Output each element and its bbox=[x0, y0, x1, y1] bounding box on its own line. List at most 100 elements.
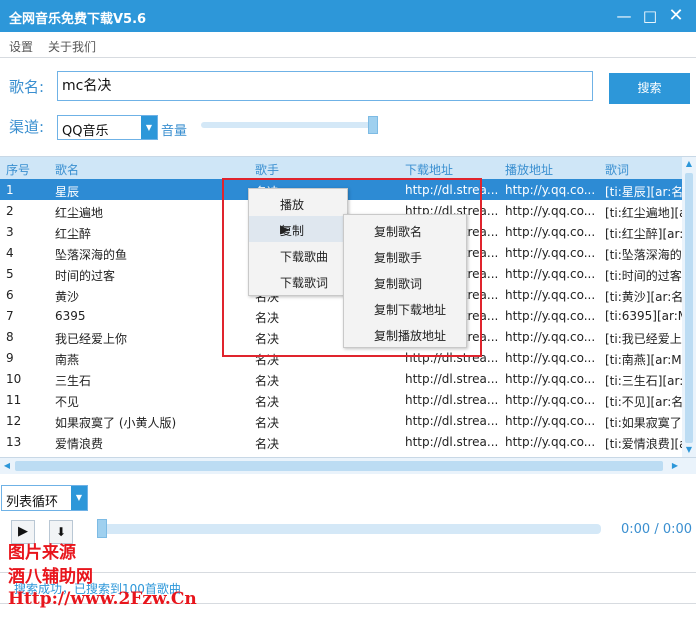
cell-index: 5 bbox=[6, 267, 14, 281]
context-menu: 播放 复制 ▶ 下载歌曲 下载歌词 bbox=[248, 188, 348, 296]
table-row[interactable]: 12 如果寂寞了 (小黄人版) 名决 http://dl.strea... http:/… bbox=[0, 410, 682, 431]
play-mode-select[interactable]: 列表循环 ▼ bbox=[1, 485, 88, 511]
cell-index: 6 bbox=[6, 288, 14, 302]
window-title: 全网音乐免费下载V5.6 bbox=[9, 12, 147, 27]
cell-song-name: 星辰 bbox=[55, 185, 80, 199]
header-play-url[interactable]: 播放地址 bbox=[505, 161, 601, 178]
cell-song-name: 红尘醉 bbox=[55, 227, 92, 241]
cell-song-name: 南燕 bbox=[55, 353, 80, 367]
cell-play-url: http://y.qq.co... bbox=[505, 246, 596, 260]
cell-index: 8 bbox=[6, 330, 14, 344]
channel-select-value: QQ音乐 bbox=[62, 124, 109, 139]
search-button[interactable]: 搜索 bbox=[609, 73, 690, 104]
cell-play-url: http://y.qq.co... bbox=[505, 309, 596, 323]
cell-artist: 名决 bbox=[255, 395, 280, 409]
cell-lyrics: [ti:如果寂寞了... bbox=[605, 416, 682, 430]
scroll-down-icon[interactable]: ▼ bbox=[682, 443, 696, 457]
minimize-button[interactable]: — bbox=[612, 4, 636, 28]
submenu-copy-artist[interactable]: 复制歌手 bbox=[344, 242, 466, 268]
vertical-scrollbar[interactable]: ▲ ▼ bbox=[682, 157, 696, 457]
submenu-copy-song-name-label: 复制歌名 bbox=[374, 225, 423, 239]
submenu-copy-download-url[interactable]: 复制下载地址 bbox=[344, 294, 466, 320]
submenu-copy-lyrics[interactable]: 复制歌词 bbox=[344, 268, 466, 294]
cell-artist: 名决 bbox=[255, 374, 280, 388]
song-name-label: 歌名: bbox=[9, 78, 45, 96]
cell-lyrics: [ti:星辰][ar:名... bbox=[605, 185, 682, 199]
volume-slider-thumb[interactable] bbox=[367, 116, 378, 134]
watermark-line-2: 酒八辅助网 bbox=[8, 567, 93, 587]
cell-index: 9 bbox=[6, 351, 14, 365]
context-menu-download-song[interactable]: 下载歌曲 bbox=[249, 242, 347, 268]
cell-play-url: http://y.qq.co... bbox=[505, 351, 596, 365]
context-menu-play-label: 播放 bbox=[280, 198, 305, 212]
cell-play-url: http://y.qq.co... bbox=[505, 267, 596, 281]
menu-bar: 设置 关于我们 bbox=[0, 32, 696, 58]
submenu-copy-song-name[interactable]: 复制歌名 bbox=[344, 216, 466, 242]
cell-artist: 名决 bbox=[255, 437, 280, 451]
cell-index: 4 bbox=[6, 246, 14, 260]
cell-index: 12 bbox=[6, 414, 22, 428]
header-song-name[interactable]: 歌名 bbox=[55, 161, 245, 178]
context-menu-copy[interactable]: 复制 ▶ bbox=[249, 216, 347, 242]
cell-index: 10 bbox=[6, 372, 22, 386]
playback-time: 0:00 / 0:00 bbox=[621, 522, 693, 537]
cell-artist: 名决 bbox=[255, 353, 280, 367]
menu-about-us[interactable]: 关于我们 bbox=[48, 38, 96, 55]
submenu-copy-play-url[interactable]: 复制播放地址 bbox=[344, 320, 466, 346]
cell-song-name: 爱情浪费 bbox=[55, 437, 104, 451]
play-icon: ▶ bbox=[18, 524, 28, 539]
cell-play-url: http://y.qq.co... bbox=[505, 393, 596, 407]
table-header: 序号 歌名 歌手 下载地址 播放地址 歌词 bbox=[0, 157, 682, 179]
status-divider-top bbox=[0, 572, 696, 573]
watermark-line-3: Http://www.2Fzw.Cn bbox=[8, 589, 197, 609]
cell-song-name: 红尘遍地 bbox=[55, 206, 104, 220]
vertical-scroll-thumb[interactable] bbox=[685, 173, 693, 443]
cell-lyrics: [ti:红尘遍地][a... bbox=[605, 206, 682, 220]
context-menu-play[interactable]: 播放 bbox=[249, 190, 347, 216]
playback-progress-thumb[interactable] bbox=[97, 519, 107, 538]
song-search-input[interactable]: mc名决 bbox=[57, 71, 593, 101]
horizontal-scroll-thumb[interactable] bbox=[15, 461, 663, 471]
table-row[interactable]: 9 南燕 名决 http://dl.strea... http://y.qq.co...… bbox=[0, 347, 682, 368]
maximize-button[interactable]: □ bbox=[638, 4, 662, 28]
cell-download-url: http://dl.strea... bbox=[405, 183, 499, 197]
submenu-copy-lyrics-label: 复制歌词 bbox=[374, 277, 423, 291]
cell-song-name: 时间的过客 bbox=[55, 269, 116, 283]
title-bar: 全网音乐免费下载V5.6 — □ ✕ bbox=[0, 0, 696, 32]
channel-select[interactable]: QQ音乐 ▼ bbox=[57, 115, 158, 140]
cell-lyrics: [ti:不见][ar:名... bbox=[605, 395, 682, 409]
cell-song-name: 坠落深海的鱼 bbox=[55, 248, 128, 262]
table-row[interactable]: 11 不见 名决 http://dl.strea... http://y.qq.co..… bbox=[0, 389, 682, 410]
scroll-right-icon[interactable]: ▶ bbox=[668, 458, 682, 474]
context-menu-download-lyrics[interactable]: 下载歌词 bbox=[249, 268, 347, 294]
chevron-down-icon[interactable]: ▼ bbox=[71, 486, 87, 510]
table-row[interactable]: 13 爱情浪费 名决 http://dl.strea... http://y.qq.co… bbox=[0, 431, 682, 452]
cell-lyrics: [ti:坠落深海的... bbox=[605, 248, 682, 262]
close-button[interactable]: ✕ bbox=[664, 4, 688, 28]
table-row[interactable]: 8我已经爱上你名决http://dl.strea...http://y.qq.c… bbox=[0, 326, 682, 347]
copy-submenu: 复制歌名 复制歌手 复制歌词 复制下载地址 复制播放地址 bbox=[343, 214, 467, 348]
volume-slider-track[interactable] bbox=[201, 122, 376, 128]
submenu-copy-play-url-label: 复制播放地址 bbox=[374, 329, 447, 343]
channel-label: 渠道: bbox=[9, 118, 45, 136]
header-lyrics[interactable]: 歌词 bbox=[605, 161, 682, 178]
submenu-copy-artist-label: 复制歌手 bbox=[374, 251, 423, 265]
cell-download-url: http://dl.strea... bbox=[405, 414, 499, 428]
header-download-url[interactable]: 下载地址 bbox=[405, 161, 501, 178]
chevron-down-icon[interactable]: ▼ bbox=[141, 116, 157, 139]
header-index[interactable]: 序号 bbox=[6, 161, 46, 178]
horizontal-scrollbar[interactable]: ◀ ▶ bbox=[0, 458, 696, 474]
menu-settings[interactable]: 设置 bbox=[9, 38, 33, 55]
scroll-up-icon[interactable]: ▲ bbox=[682, 157, 696, 171]
cell-lyrics: [ti:三生石][ar:... bbox=[605, 374, 682, 388]
playback-progress-track[interactable] bbox=[97, 524, 601, 534]
cell-lyrics: [ti:6395][ar:M... bbox=[605, 309, 682, 323]
table-row[interactable]: 76395名决http://dl.strea...http://y.qq.co.… bbox=[0, 305, 682, 326]
cell-index: 1 bbox=[6, 183, 14, 197]
cell-play-url: http://y.qq.co... bbox=[505, 288, 596, 302]
cell-song-name: 不见 bbox=[55, 395, 80, 409]
header-artist[interactable]: 歌手 bbox=[255, 161, 395, 178]
cell-play-url: http://y.qq.co... bbox=[505, 414, 596, 428]
scroll-left-icon[interactable]: ◀ bbox=[0, 458, 14, 474]
table-row[interactable]: 10 三生石 名决 http://dl.strea... http://y.qq.co.… bbox=[0, 368, 682, 389]
